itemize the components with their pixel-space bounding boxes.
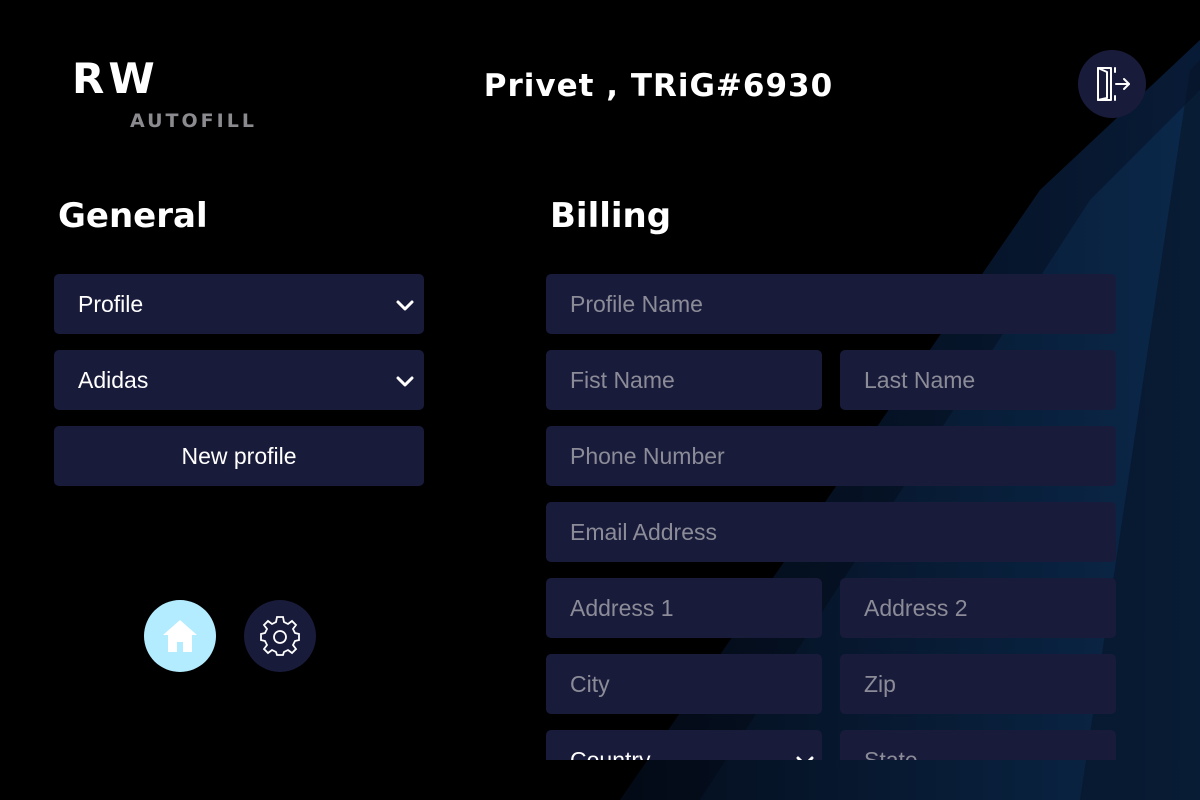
chevron-down-icon — [396, 300, 414, 311]
general-section-title: General — [58, 196, 208, 236]
profile-name-field[interactable]: Profile Name — [546, 274, 1116, 334]
greeting-title: Privet , TRiG#6930 — [483, 68, 834, 104]
home-nav-button[interactable] — [144, 600, 216, 672]
store-select-value: Adidas — [78, 366, 149, 393]
billing-section-title: Billing — [550, 196, 672, 236]
address1-field[interactable]: Address 1 — [546, 578, 822, 638]
last-name-field[interactable]: Last Name — [840, 350, 1116, 410]
home-icon — [163, 620, 197, 652]
chevron-down-icon — [396, 376, 414, 387]
logout-button[interactable] — [1078, 50, 1146, 118]
store-select[interactable]: Adidas — [54, 350, 424, 410]
logout-door-icon — [1097, 67, 1130, 101]
zip-field[interactable]: Zip — [840, 654, 1116, 714]
email-address-field[interactable]: Email Address — [546, 502, 1116, 562]
chevron-down-icon — [796, 756, 814, 760]
gear-icon — [260, 616, 300, 656]
address2-field[interactable]: Address 2 — [840, 578, 1116, 638]
profile-select-value: Profile — [78, 290, 144, 317]
billing-form[interactable]: Profile Name Fist Name Last Name Phone N… — [546, 274, 1116, 760]
new-profile-button[interactable]: New profile — [54, 426, 424, 486]
country-select[interactable]: Country — [546, 730, 822, 760]
city-field[interactable]: City — [546, 654, 822, 714]
first-name-field[interactable]: Fist Name — [546, 350, 822, 410]
profile-select[interactable]: Profile — [54, 274, 424, 334]
logo-sub-text: AUTOFILL — [130, 110, 257, 132]
phone-number-field[interactable]: Phone Number — [546, 426, 1116, 486]
country-select-value: Country — [570, 746, 651, 761]
settings-nav-button[interactable] — [244, 600, 316, 672]
state-field[interactable]: State — [840, 730, 1116, 760]
